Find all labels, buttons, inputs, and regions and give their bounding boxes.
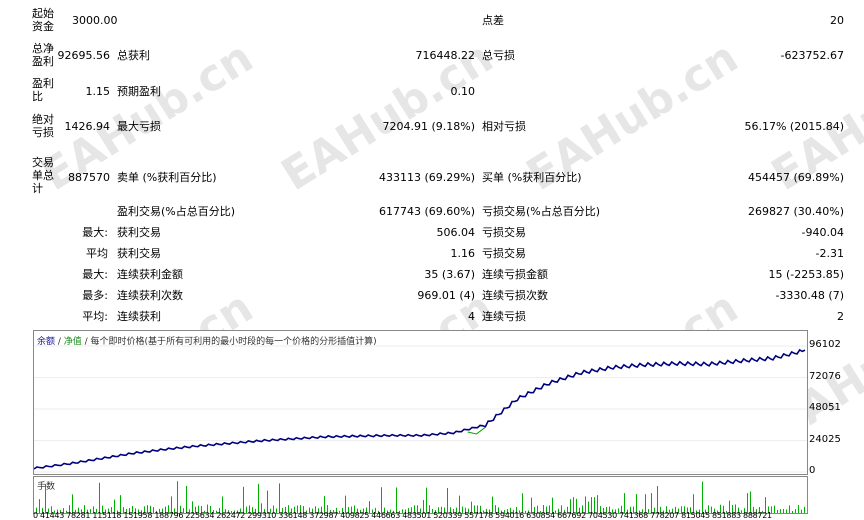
max-consec-losses-label: 连续亏损金额 [482,268,548,281]
max-label: 最大: [82,268,108,281]
max-consec-profit-label: 连续获利次数 [117,289,183,302]
largest-loss-value: -940.04 [801,226,844,239]
x-axis-labels: 0 41443 78281 115118 151958 188796 22563… [33,511,772,520]
expected-payoff-label: 预期盈利 [117,85,161,98]
avg-consec-wins-value: 4 [468,310,475,323]
volume-bar [243,486,244,513]
volume-bar [381,487,382,513]
y-tick-label: 24025 [809,433,841,445]
largest-loss-label: 亏损交易 [482,226,526,239]
long-value: 454457 (69.89%) [747,171,844,184]
y-tick-label: 48051 [809,402,841,413]
long-label: 买单 (%获利百分比) [482,171,582,184]
profit-factor-label: 盈利比 [32,77,54,103]
balance-chart-svg [34,345,807,473]
volume-bar [279,483,280,513]
volume-bar [177,481,178,513]
max-consec-loss-label: 连续亏损次数 [482,289,548,302]
initial-deposit-label: 起始资金 [32,7,54,33]
chart-legend: 余额 / 净值 / 每个即时价格(基于所有可利用的最小时段的每一个价格的分形插值… [37,334,377,347]
profit-trades-value: 617743 (69.60%) [378,205,475,218]
volume-bar [258,483,259,513]
volume-bar [624,493,625,513]
gross-loss-value: -623752.67 [780,49,844,62]
avg2-label: 平均: [82,310,108,323]
avg-consec-wins-label: 连续获利 [117,310,161,323]
short-label: 卖单 (%获利百分比) [117,171,217,184]
legend-balance: 余额 [37,337,56,347]
loss-trades-label: 亏损交易(%占总百分比) [482,205,601,218]
loss-trades-value: 269827 (30.40%) [747,205,844,218]
max-consec-profit-value: 969.01 (4) [417,289,475,302]
net-profit-label: 总净盈利 [32,42,54,68]
max-consec-wins-label: 连续获利金额 [117,268,183,281]
avg-consec-losses-label: 连续亏损 [482,310,526,323]
max-drawdown-value: 7204.91 (9.18%) [382,120,475,133]
max-drawdown-label: 最大亏损 [117,120,161,133]
volume-bar [657,486,658,513]
volume-bar [447,487,448,513]
volume-label: 手数 [37,482,56,492]
largest-profit-label: 获利交易 [117,226,161,239]
spread-label: 点差 [482,14,504,27]
y-tick-label: 72076 [809,370,841,382]
balance-chart [33,330,808,475]
expected-payoff-value: 0.10 [450,85,476,98]
spread-value: 20 [830,14,844,27]
profit-trades-label: 盈利交易(%占总百分比) [117,205,236,218]
gross-profit-value: 716448.22 [415,49,476,62]
volume-bar [267,490,268,513]
volume-bar [99,482,100,513]
initial-deposit-value: 3000.00 [72,14,118,27]
max-consec-losses-value: 15 (-2253.85) [768,268,844,281]
abs-drawdown-label: 绝对亏损 [32,113,54,139]
largest-label: 最大: [82,226,108,239]
profit-factor-value: 1.15 [85,85,111,98]
net-profit-value: 92695.56 [57,49,111,62]
volume-chart-svg [36,481,805,513]
rel-drawdown-label: 相对亏损 [482,120,526,133]
y-tick-label: 0 [809,465,816,476]
legend-rest: / 每个即时价格(基于所有可利用的最小时段的每一个价格的分形插值计算) [81,337,377,347]
total-trades-label: 交易单总计 [32,156,54,195]
avg-consec-losses-value: 2 [837,310,844,323]
max-consec-wins-value: 35 (3.67) [424,268,475,281]
volume-bar [426,487,427,513]
average-profit-label: 获利交易 [117,247,161,260]
abs-drawdown-value: 1426.94 [64,120,111,133]
total-trades-value: 887570 [68,171,110,184]
volume-bar [651,493,652,513]
most-label: 最多: [82,289,108,302]
legend-equity: 净值 [63,337,82,347]
volume-bar [750,491,751,513]
gross-profit-label: 总获利 [117,49,150,62]
volume-bar [702,481,703,513]
average-label: 平均 [86,247,108,260]
max-consec-loss-value: -3330.48 (7) [775,289,844,302]
volume-bar [396,487,397,513]
volume-chart: 手数 [33,476,808,514]
rel-drawdown-value: 56.17% (2015.84) [744,120,844,133]
largest-profit-value: 506.04 [436,226,476,239]
average-loss-label: 亏损交易 [482,247,526,260]
average-profit-value: 1.16 [450,247,476,260]
y-tick-label: 96102 [809,339,841,350]
gross-loss-label: 总亏损 [482,49,515,62]
legend-sep: / [55,337,64,347]
short-value: 433113 (69.29%) [378,171,475,184]
volume-bar [186,485,187,513]
average-loss-value: -2.31 [815,247,844,260]
